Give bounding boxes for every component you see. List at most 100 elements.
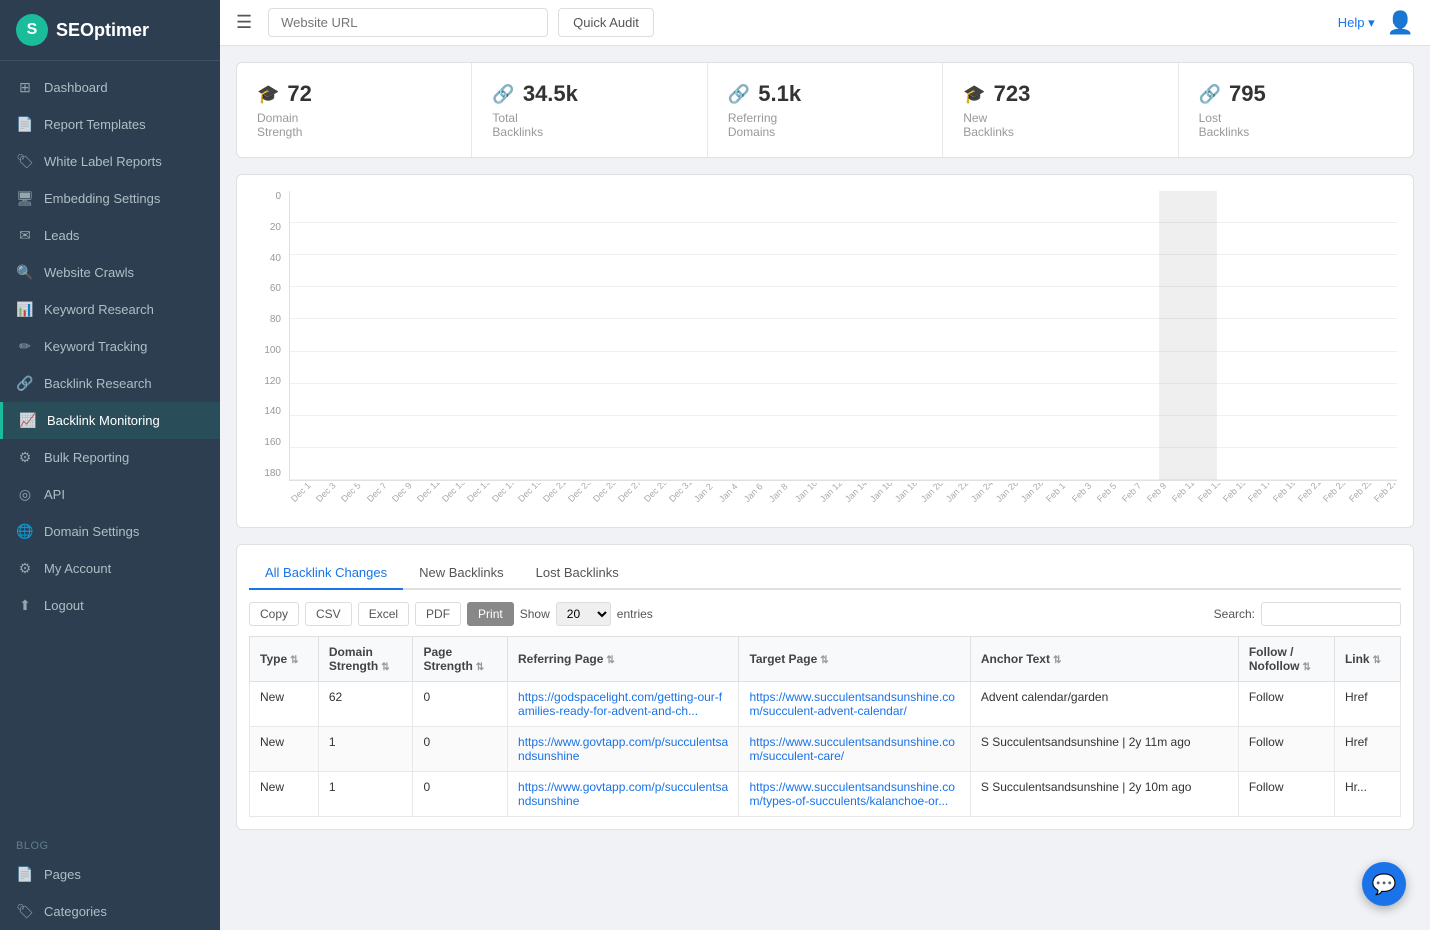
x-axis-label: Dec 17: [490, 483, 517, 504]
sidebar-item-bulk-reporting[interactable]: ⚙Bulk Reporting: [0, 439, 220, 476]
content-area: 🎓 72 DomainStrength 🔗 34.5k TotalBacklin…: [220, 46, 1430, 930]
x-axis-label: Feb 9: [1145, 483, 1168, 504]
sort-icon: ⇅: [1053, 655, 1061, 666]
table-cell: New: [250, 682, 319, 727]
stat-label-new-backlinks: NewBacklinks: [963, 111, 1157, 139]
stat-card-new-backlinks: 🎓 723 NewBacklinks: [943, 63, 1178, 157]
table-cell: 0: [413, 772, 508, 817]
table-cell: 62: [318, 682, 413, 727]
x-axis-label: Jan 24: [969, 483, 995, 504]
help-button[interactable]: Help ▾: [1338, 15, 1375, 31]
icon-bulk-reporting: ⚙: [16, 449, 34, 466]
column-header[interactable]: Follow /Nofollow⇅: [1238, 637, 1334, 682]
user-avatar-icon[interactable]: 👤: [1387, 10, 1414, 36]
x-axis-label: Dec 15: [465, 483, 492, 504]
table-cell[interactable]: https://www.govtapp.com/p/succulentsands…: [508, 727, 739, 772]
x-axis-label: Jan 10: [793, 483, 819, 504]
sidebar-item-api[interactable]: ◎API: [0, 476, 220, 513]
icon-my-account: ⚙: [16, 560, 34, 577]
sidebar-item-embedding-settings[interactable]: 🖥 Embedding Settings: [0, 180, 220, 217]
icon-embedding-settings: 🖥: [16, 190, 34, 207]
tab-all[interactable]: All Backlink Changes: [249, 557, 403, 590]
x-axis-label: Jan 20: [919, 483, 945, 504]
quick-audit-button[interactable]: Quick Audit: [558, 8, 654, 37]
column-header[interactable]: PageStrength⇅: [413, 637, 508, 682]
show-label: Show: [520, 607, 550, 621]
sidebar-label-keyword-research: Keyword Research: [44, 302, 154, 317]
sidebar-item-keyword-research[interactable]: 📊Keyword Research: [0, 291, 220, 328]
csv-button[interactable]: CSV: [305, 602, 352, 626]
sidebar-item-leads[interactable]: ✉Leads: [0, 217, 220, 254]
tab-new[interactable]: New Backlinks: [403, 557, 520, 590]
sidebar-item-backlink-research[interactable]: 🔗Backlink Research: [0, 365, 220, 402]
cap-icon-domain-strength: 🎓: [257, 84, 279, 105]
copy-button[interactable]: Copy: [249, 602, 299, 626]
x-axis-label: Feb 25: [1347, 483, 1374, 504]
sidebar-item-website-crawls[interactable]: 🔍Website Crawls: [0, 254, 220, 291]
stat-card-domain-strength: 🎓 72 DomainStrength: [237, 63, 472, 157]
sidebar-item-dashboard[interactable]: ⊞Dashboard: [0, 69, 220, 106]
link-icon-referring-domains: 🔗: [728, 84, 750, 105]
table-cell[interactable]: https://www.govtapp.com/p/succulentsands…: [508, 772, 739, 817]
url-input[interactable]: [268, 8, 548, 37]
column-header[interactable]: Referring Page⇅: [508, 637, 739, 682]
print-button[interactable]: Print: [467, 602, 514, 626]
column-header[interactable]: Type⇅: [250, 637, 319, 682]
sidebar-item-white-label-reports[interactable]: 🏷White Label Reports: [0, 143, 220, 180]
sidebar-label-domain-settings: Domain Settings: [44, 524, 139, 539]
sidebar-item-my-account[interactable]: ⚙ My Account: [0, 550, 220, 587]
table-cell: Follow: [1238, 727, 1334, 772]
chart-container: 180160140120100806040200 Dec 1Dec 3Dec 5…: [236, 174, 1414, 528]
table-cell[interactable]: https://www.succulentsandsunshine.com/su…: [739, 682, 970, 727]
icon-categories: 🏷: [16, 903, 34, 920]
x-axis-label: Jan 12: [818, 483, 844, 504]
sidebar-label-report-templates: Report Templates: [44, 117, 146, 132]
hamburger-menu[interactable]: ☰: [236, 12, 252, 33]
icon-pages: 📄: [16, 866, 34, 883]
column-header[interactable]: Anchor Text⇅: [970, 637, 1238, 682]
pdf-button[interactable]: PDF: [415, 602, 461, 626]
sidebar-item-report-templates[interactable]: 📄Report Templates: [0, 106, 220, 143]
sidebar-label-embedding-settings: Embedding Settings: [44, 191, 160, 206]
sidebar-item-logout[interactable]: ⬆Logout: [0, 587, 220, 624]
x-axis-label: Jan 28: [1019, 483, 1045, 504]
table-cell[interactable]: https://www.succulentsandsunshine.com/ty…: [739, 772, 970, 817]
table-cell: 1: [318, 772, 413, 817]
x-axis-label: Dec 3: [314, 483, 338, 504]
chat-fab-button[interactable]: 💬: [1362, 862, 1406, 906]
x-axis-label: Dec 27: [616, 483, 643, 504]
table-cell[interactable]: https://www.succulentsandsunshine.com/su…: [739, 727, 970, 772]
sidebar-item-backlink-monitoring[interactable]: 📈Backlink Monitoring: [0, 402, 220, 439]
logo-text: SEOptimer: [56, 20, 149, 41]
y-axis-label: 20: [253, 222, 285, 233]
link-icon-total-backlinks: 🔗: [492, 84, 514, 105]
sidebar-label-categories: Categories: [44, 904, 107, 919]
sidebar-label-website-crawls: Website Crawls: [44, 265, 134, 280]
x-axis-label: Dec 25: [591, 483, 618, 504]
table-cell[interactable]: https://godspacelight.com/getting-our-fa…: [508, 682, 739, 727]
sidebar-label-backlink-monitoring: Backlink Monitoring: [47, 413, 160, 428]
tab-lost[interactable]: Lost Backlinks: [520, 557, 635, 590]
search-input[interactable]: [1261, 602, 1401, 626]
stat-value-domain-strength: 72: [287, 81, 311, 107]
sidebar-label-my-account: My Account: [44, 561, 111, 576]
stat-value-referring-domains: 5.1k: [758, 81, 801, 107]
column-header[interactable]: Target Page⇅: [739, 637, 970, 682]
icon-backlink-research: 🔗: [16, 375, 34, 392]
sidebar-item-categories[interactable]: 🏷 Categories: [0, 893, 220, 930]
x-axis-label: Dec 11: [415, 483, 442, 504]
x-axis-label: Feb 21: [1296, 483, 1323, 504]
chart-inner: 180160140120100806040200 Dec 1Dec 3Dec 5…: [253, 191, 1397, 511]
sidebar-item-pages[interactable]: 📄Pages: [0, 856, 220, 893]
column-header[interactable]: Link⇅: [1334, 637, 1400, 682]
x-axis-label: Feb 7: [1120, 483, 1143, 504]
column-header[interactable]: DomainStrength⇅: [318, 637, 413, 682]
stat-label-domain-strength: DomainStrength: [257, 111, 451, 139]
x-axis-label: Jan 6: [742, 483, 765, 504]
sidebar-item-keyword-tracking[interactable]: ✏Keyword Tracking: [0, 328, 220, 365]
sidebar-item-domain-settings[interactable]: 🌐Domain Settings: [0, 513, 220, 550]
entries-select[interactable]: 2050100: [556, 602, 611, 626]
y-axis-label: 40: [253, 253, 285, 264]
sidebar-logo[interactable]: S SEOptimer: [0, 0, 220, 61]
excel-button[interactable]: Excel: [358, 602, 409, 626]
